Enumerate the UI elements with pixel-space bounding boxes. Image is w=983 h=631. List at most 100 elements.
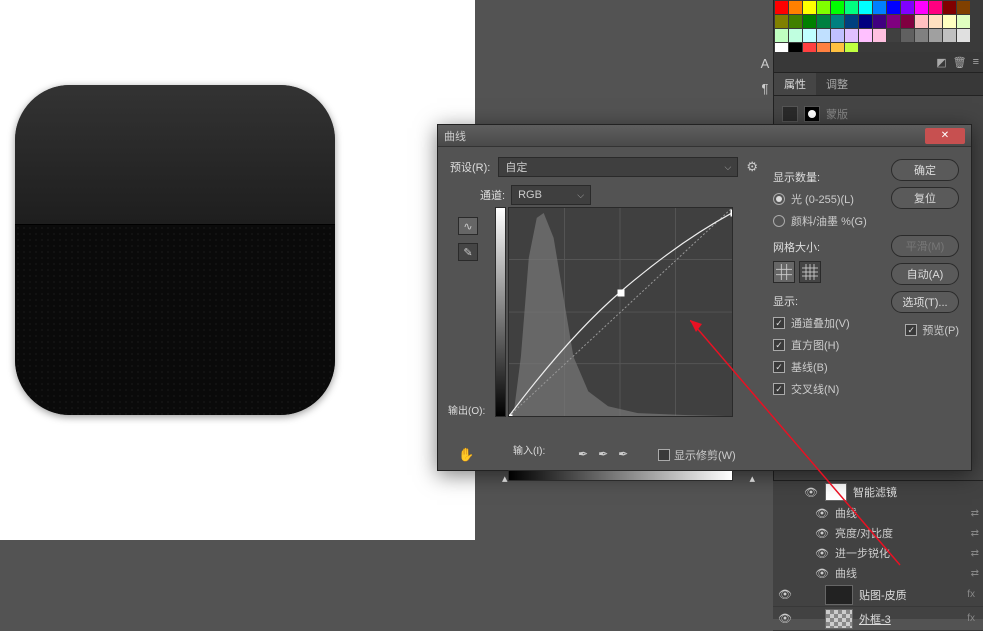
swatch[interactable] <box>887 29 900 42</box>
swatch[interactable] <box>859 15 872 28</box>
swatch[interactable] <box>957 15 970 28</box>
swatch[interactable] <box>929 29 942 42</box>
channel-dropdown[interactable]: RGB <box>511 185 591 205</box>
swatch[interactable] <box>775 29 788 42</box>
black-slider[interactable]: ▴ <box>502 472 508 485</box>
swatch[interactable] <box>831 29 844 42</box>
show-clipping-checkbox[interactable]: 显示修剪(W) <box>658 447 736 463</box>
check-intersect[interactable]: 交叉线(N) <box>773 381 888 397</box>
curve-point-tool[interactable]: ∿ <box>458 217 478 235</box>
visibility-icon[interactable]: 👁 <box>803 486 819 499</box>
swatch[interactable] <box>789 15 802 28</box>
curve-point-black[interactable] <box>508 415 513 418</box>
smart-filter-item[interactable]: 👁亮度/对比度⇄ <box>773 523 983 543</box>
layer-row-2[interactable]: 👁 外框-3 fx <box>773 607 983 631</box>
mask-density-icon[interactable] <box>782 106 798 122</box>
filter-settings-icon[interactable]: ⇄ <box>971 568 979 579</box>
check-overlay[interactable]: 通道叠加(V) <box>773 315 888 331</box>
visibility-icon[interactable]: 👁 <box>815 527 829 540</box>
black-eyedropper-icon[interactable]: ✒ <box>578 447 588 461</box>
layer-thumb[interactable] <box>825 585 853 605</box>
swatch[interactable] <box>929 1 942 14</box>
swatch[interactable] <box>901 1 914 14</box>
gray-eyedropper-icon[interactable]: ✒ <box>598 447 608 461</box>
curve-graph[interactable] <box>508 207 733 417</box>
swatch[interactable] <box>901 15 914 28</box>
swatch[interactable] <box>817 15 830 28</box>
panel-menu-icon[interactable]: ≡ <box>973 56 979 68</box>
swatch[interactable] <box>789 29 802 42</box>
preset-dropdown[interactable]: 自定 <box>498 157 738 177</box>
smart-filter-item[interactable]: 👁进一步锐化⇄ <box>773 543 983 563</box>
swatch[interactable] <box>775 15 788 28</box>
filter-settings-icon[interactable]: ⇄ <box>971 548 979 559</box>
swatch-new-icon[interactable]: ◩ <box>936 56 946 69</box>
paragraph-icon[interactable]: ¶ <box>762 81 769 96</box>
visibility-icon[interactable]: 👁 <box>815 567 829 580</box>
swatch[interactable] <box>859 1 872 14</box>
swatch[interactable] <box>887 15 900 28</box>
swatches-panel[interactable] <box>774 0 983 52</box>
swatch[interactable] <box>789 1 802 14</box>
ok-button[interactable]: 确定 <box>891 159 959 181</box>
swatch[interactable] <box>873 29 886 42</box>
swatch[interactable] <box>803 43 816 52</box>
swatch[interactable] <box>859 29 872 42</box>
white-slider[interactable]: ▴ <box>749 472 755 485</box>
swatch[interactable] <box>887 1 900 14</box>
curve-line[interactable] <box>509 208 732 416</box>
swatch[interactable] <box>831 43 844 52</box>
gear-icon[interactable]: ⚙ <box>746 159 758 175</box>
visibility-icon[interactable]: 👁 <box>815 507 829 520</box>
filter-settings-icon[interactable]: ⇄ <box>971 528 979 539</box>
visibility-icon[interactable]: 👁 <box>815 547 829 560</box>
visibility-icon[interactable]: 👁 <box>777 588 793 601</box>
swatch[interactable] <box>803 29 816 42</box>
close-button[interactable]: ✕ <box>925 128 965 144</box>
radio-light[interactable]: 光 (0-255)(L) <box>773 191 888 207</box>
swatch[interactable] <box>817 1 830 14</box>
curve-point-white[interactable] <box>731 210 734 217</box>
mask-icon[interactable] <box>804 106 820 122</box>
layer-row-1[interactable]: 👁 贴图-皮质 fx <box>773 583 983 607</box>
swatch[interactable] <box>845 15 858 28</box>
white-eyedropper-icon[interactable]: ✒ <box>618 447 628 461</box>
grid-large-button[interactable] <box>799 261 821 283</box>
filter-mask-thumb[interactable] <box>825 483 847 501</box>
radio-pigment[interactable]: 颜料/油墨 %(G) <box>773 213 888 229</box>
fx-badge[interactable]: fx <box>967 589 975 600</box>
preview-checkbox[interactable]: 预览(P) <box>905 322 959 338</box>
swatch[interactable] <box>775 43 788 52</box>
swatch[interactable] <box>943 15 956 28</box>
swatch[interactable] <box>845 43 858 52</box>
tab-properties[interactable]: 属性 <box>774 73 816 95</box>
swatch[interactable] <box>943 29 956 42</box>
swatch[interactable] <box>803 1 816 14</box>
swatch[interactable] <box>817 43 830 52</box>
swatch[interactable] <box>775 1 788 14</box>
curve-pencil-tool[interactable]: ✎ <box>458 243 478 261</box>
auto-button[interactable]: 自动(A) <box>891 263 959 285</box>
smart-filter-item[interactable]: 👁曲线⇄ <box>773 563 983 583</box>
swatch[interactable] <box>845 1 858 14</box>
hand-icon[interactable]: ✋ <box>458 447 474 463</box>
swatch[interactable] <box>915 29 928 42</box>
swatch[interactable] <box>929 15 942 28</box>
tab-adjustments[interactable]: 调整 <box>816 73 858 95</box>
options-button[interactable]: 选项(T)... <box>891 291 959 313</box>
swatch[interactable] <box>915 1 928 14</box>
swatch[interactable] <box>943 1 956 14</box>
grid-small-button[interactable] <box>773 261 795 283</box>
check-histogram[interactable]: 直方图(H) <box>773 337 888 353</box>
swatch[interactable] <box>831 1 844 14</box>
swatch[interactable] <box>915 15 928 28</box>
document-canvas[interactable] <box>0 0 475 540</box>
swatch[interactable] <box>901 29 914 42</box>
swatch[interactable] <box>873 1 886 14</box>
swatch[interactable] <box>817 29 830 42</box>
swatch-trash-icon[interactable]: 🗑 <box>953 56 967 69</box>
swatch[interactable] <box>957 29 970 42</box>
smart-filters-header[interactable]: 👁 智能滤镜 <box>773 481 983 503</box>
swatch[interactable] <box>789 43 802 52</box>
type-tool-icon[interactable]: A <box>761 56 770 71</box>
